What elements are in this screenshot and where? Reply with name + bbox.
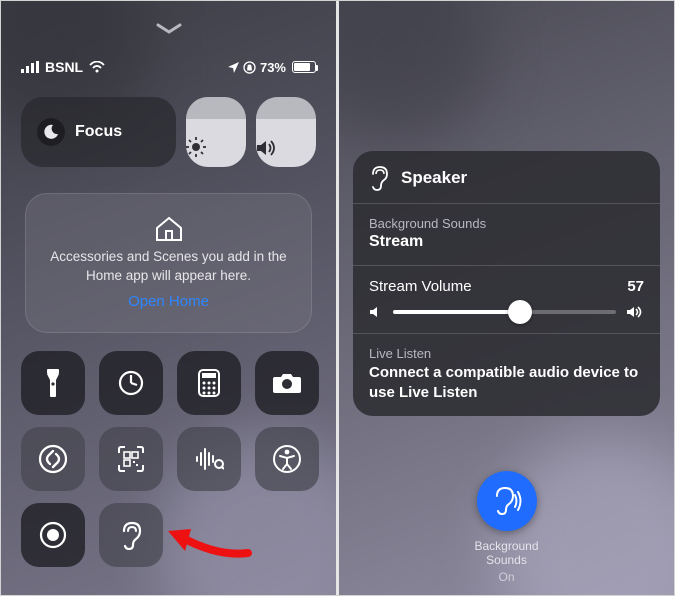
- ear-waves-icon: [491, 485, 521, 517]
- hearing-button[interactable]: [99, 503, 163, 567]
- wifi-icon: [89, 61, 105, 73]
- volume-slider[interactable]: [256, 97, 316, 167]
- controls-grid: [21, 351, 316, 567]
- slider-knob[interactable]: [508, 300, 532, 324]
- home-card: Accessories and Scenes you add in the Ho…: [25, 193, 312, 333]
- bg-sounds-title: Background Sounds: [369, 216, 644, 231]
- accessibility-icon: [272, 444, 302, 474]
- live-listen-title: Live Listen: [369, 346, 644, 361]
- live-listen-section: Live Listen Connect a compatible audio d…: [353, 334, 660, 416]
- hearing-icon: [118, 520, 144, 550]
- orientation-lock-icon: [243, 61, 256, 74]
- brightness-slider[interactable]: [186, 97, 246, 167]
- timer-icon: [117, 369, 145, 397]
- flashlight-button[interactable]: [21, 351, 85, 415]
- bg-sounds-toggle-state: On: [474, 570, 538, 584]
- flashlight-icon: [42, 368, 64, 398]
- control-center-screen: BSNL 73% Focus: [1, 1, 336, 595]
- background-sounds-toggle[interactable]: Background Sounds On: [474, 471, 538, 584]
- moon-icon: [37, 118, 65, 146]
- brightness-icon: [186, 137, 246, 157]
- status-bar: BSNL 73%: [1, 55, 336, 79]
- background-sounds-section[interactable]: Background Sounds Stream: [353, 204, 660, 265]
- speaker-icon: [256, 139, 316, 157]
- shazam-icon: [38, 444, 68, 474]
- battery-pct: 73%: [260, 60, 286, 75]
- speaker-min-icon: [369, 305, 383, 319]
- screen-record-button[interactable]: [21, 503, 85, 567]
- hearing-panel-screen: Speaker Background Sounds Stream Stream …: [339, 1, 674, 595]
- stream-volume-value: 57: [627, 278, 644, 295]
- screen-record-icon: [38, 520, 68, 550]
- focus-button[interactable]: Focus: [21, 97, 176, 167]
- stream-volume-label: Stream Volume: [369, 278, 472, 295]
- qr-scan-icon: [117, 445, 145, 473]
- live-listen-message: Connect a compatible audio device to use…: [369, 363, 644, 402]
- calculator-icon: [198, 369, 220, 397]
- ear-icon: [369, 165, 391, 191]
- camera-icon: [272, 371, 302, 395]
- hearing-panel: Speaker Background Sounds Stream Stream …: [353, 151, 660, 416]
- home-card-message: Accessories and Scenes you add in the Ho…: [50, 248, 287, 284]
- bg-sounds-value: Stream: [369, 233, 644, 251]
- chevron-down-icon: [156, 23, 182, 35]
- location-icon: [228, 62, 239, 73]
- timer-button[interactable]: [99, 351, 163, 415]
- output-device-label: Speaker: [401, 168, 467, 188]
- carrier-label: BSNL: [45, 59, 83, 75]
- stream-volume-slider[interactable]: [369, 305, 644, 319]
- open-home-link[interactable]: Open Home: [128, 293, 209, 310]
- sound-recognition-button[interactable]: [177, 427, 241, 491]
- home-icon: [154, 216, 184, 242]
- speaker-max-icon: [626, 305, 644, 319]
- stream-volume-section: Stream Volume 57: [353, 266, 660, 333]
- calculator-button[interactable]: [177, 351, 241, 415]
- shazam-button[interactable]: [21, 427, 85, 491]
- bg-sounds-toggle-label: Background Sounds: [474, 539, 538, 568]
- battery-icon: [292, 61, 316, 73]
- signal-bars-icon: [21, 61, 39, 73]
- accessibility-button[interactable]: [255, 427, 319, 491]
- qr-scan-button[interactable]: [99, 427, 163, 491]
- focus-label: Focus: [75, 123, 122, 141]
- sound-recognition-icon: [194, 447, 224, 471]
- camera-button[interactable]: [255, 351, 319, 415]
